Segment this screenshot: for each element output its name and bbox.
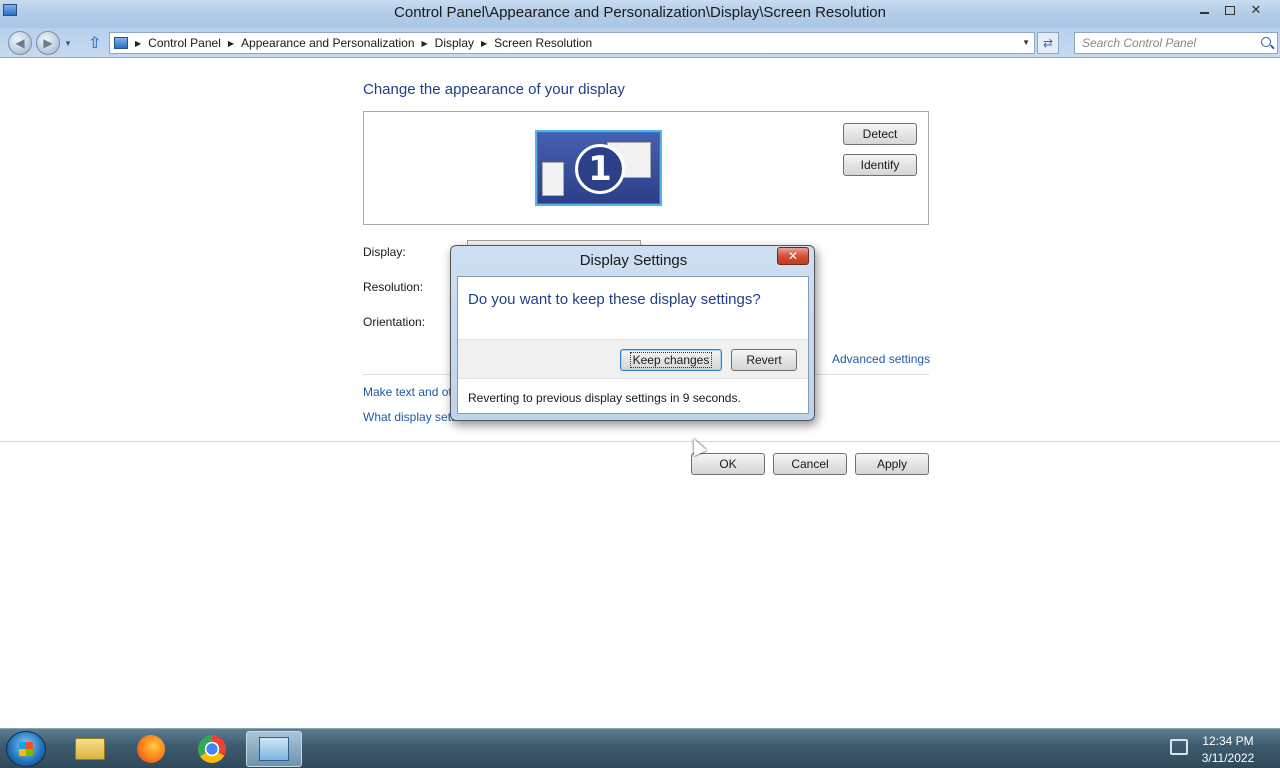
display-settings-dialog: Display Settings ✕ Do you want to keep t… [450, 245, 815, 421]
keep-changes-label: Keep changes [629, 352, 713, 368]
divider [0, 441, 1280, 442]
taskbar-control-panel[interactable] [246, 731, 302, 767]
dialog-body: Do you want to keep these display settin… [457, 276, 809, 414]
back-button[interactable]: ◀ [8, 31, 32, 55]
clock-time[interactable]: 12:34 PM [1190, 734, 1266, 748]
dialog-question: Do you want to keep these display settin… [468, 291, 761, 308]
taskbar-firefox[interactable] [123, 731, 179, 767]
search-icon[interactable] [1261, 37, 1271, 47]
start-button[interactable] [6, 731, 46, 767]
breadcrumb-display[interactable]: Display [435, 36, 474, 50]
monitor-1-thumbnail[interactable]: 1 [535, 130, 662, 206]
apply-button[interactable]: Apply [855, 453, 929, 475]
search-box[interactable] [1074, 32, 1278, 54]
address-dropdown-icon[interactable]: ▼ [1022, 38, 1030, 47]
page-title: Change the appearance of your display [363, 81, 625, 98]
monitor-number: 1 [575, 144, 625, 194]
revert-button[interactable]: Revert [731, 349, 797, 371]
control-panel-icon [259, 737, 289, 761]
dialog-title: Display Settings [579, 252, 688, 269]
keep-changes-button[interactable]: Keep changes [620, 349, 722, 371]
text-size-link[interactable]: Make text and ot [363, 385, 452, 399]
resolution-label: Resolution: [363, 280, 424, 294]
chevron-right-icon[interactable]: ▶ [481, 39, 487, 48]
forward-button[interactable]: ▶ [36, 31, 60, 55]
identify-button[interactable]: Identify [843, 154, 917, 176]
search-input[interactable] [1075, 33, 1245, 53]
chrome-icon [198, 735, 226, 763]
firefox-icon [137, 735, 165, 763]
ok-button[interactable]: OK [691, 453, 765, 475]
advanced-settings-link[interactable]: Advanced settings [832, 352, 930, 366]
up-arrow-icon[interactable]: ⇧ [88, 33, 104, 52]
revert-countdown-text: Reverting to previous display settings i… [468, 391, 741, 405]
maximize-button[interactable] [1220, 2, 1240, 18]
title-bar: Control Panel\Appearance and Personaliza… [0, 0, 1280, 28]
window-title: Control Panel\Appearance and Personaliza… [394, 4, 886, 21]
orientation-label: Orientation: [363, 315, 426, 329]
recent-pages-dropdown-icon[interactable]: ▼ [64, 39, 72, 48]
breadcrumb-appearance[interactable]: Appearance and Personalization [241, 36, 414, 50]
taskbar: 12:34 PM 3/11/2022 [0, 728, 1280, 768]
address-bar[interactable]: ▶ Control Panel ▶ Appearance and Persona… [109, 32, 1035, 54]
chevron-right-icon[interactable]: ▶ [228, 39, 234, 48]
cancel-button[interactable]: Cancel [773, 453, 847, 475]
chevron-right-icon[interactable]: ▶ [135, 39, 141, 48]
breadcrumb-control-panel[interactable]: Control Panel [148, 36, 221, 50]
chevron-right-icon[interactable]: ▶ [422, 39, 428, 48]
control-panel-icon [114, 37, 128, 49]
dialog-button-row: Keep changes Revert [458, 339, 808, 379]
breadcrumb-screen-resolution[interactable]: Screen Resolution [494, 36, 592, 50]
navigation-bar: ◀ ▶ ▼ ⇧ ▶ Control Panel ▶ Appearance and… [0, 28, 1280, 58]
close-button[interactable]: ✕ [1246, 2, 1266, 18]
display-settings-help-link[interactable]: What display setti [363, 410, 457, 424]
window-thumbnail-icon [542, 162, 564, 196]
display-label: Display: [363, 245, 406, 259]
minimize-button[interactable] [1194, 2, 1214, 18]
caption-buttons: ✕ [1194, 2, 1266, 18]
detect-button[interactable]: Detect [843, 123, 917, 145]
folder-icon [75, 738, 105, 760]
clock-date[interactable]: 3/11/2022 [1190, 751, 1266, 765]
dialog-close-button[interactable]: ✕ [777, 247, 809, 265]
taskbar-explorer[interactable] [62, 731, 118, 767]
refresh-button[interactable]: ⇄ [1037, 32, 1059, 54]
network-icon[interactable] [1170, 739, 1188, 755]
taskbar-chrome[interactable] [184, 731, 240, 767]
